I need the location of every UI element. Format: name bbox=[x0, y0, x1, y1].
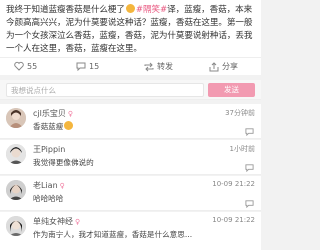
comment-icon bbox=[76, 62, 86, 71]
female-icon: ♀ bbox=[59, 181, 65, 190]
reply-icon bbox=[245, 128, 254, 137]
avatar[interactable] bbox=[6, 144, 26, 164]
repost-button[interactable]: 转发 bbox=[144, 61, 173, 72]
action-bar: 55 15 转发 分享 bbox=[0, 57, 261, 75]
comment-item: 单纯女神经 ♀ 作为南宁人，我才知道蓝瘦，香菇是什么意思... 10-09 21… bbox=[0, 212, 261, 250]
comment-time: 10-09 21:22 bbox=[212, 180, 255, 188]
commenter-name-text: 老Lian bbox=[33, 181, 58, 190]
like-button[interactable]: 55 bbox=[14, 61, 37, 71]
comment-input[interactable]: 我想说点什么 bbox=[6, 83, 204, 97]
commenter-name[interactable]: 单纯女神经 ♀ bbox=[33, 216, 80, 227]
reply-icon bbox=[245, 164, 254, 173]
post-hashtag[interactable]: #隔笑# bbox=[136, 5, 167, 15]
commenter-name[interactable]: cjl乐宝贝 ♀ bbox=[33, 108, 73, 119]
commenter-name-text: 单纯女神经 bbox=[33, 217, 73, 226]
female-icon: ♀ bbox=[75, 217, 81, 226]
comment-item: 老Lian ♀ 哈哈哈哈 10-09 21:22 bbox=[0, 176, 261, 211]
comment-time: 37分钟前 bbox=[225, 109, 255, 117]
comment-button[interactable]: 15 bbox=[76, 61, 99, 71]
like-count: 55 bbox=[27, 61, 38, 71]
female-icon: ♀ bbox=[67, 109, 73, 118]
avatar-image bbox=[6, 108, 26, 128]
share-icon bbox=[209, 61, 219, 71]
avatar-image bbox=[6, 180, 26, 200]
commenter-name-text: 王Pippin bbox=[33, 145, 66, 154]
reply-button[interactable] bbox=[245, 121, 254, 140]
comment-text: 哈哈哈哈 bbox=[33, 194, 64, 203]
repost-label: 转发 bbox=[157, 62, 173, 71]
comment-time: 1小时前 bbox=[229, 145, 255, 153]
comment-text: 作为南宁人，我才知道蓝瘦，香菇是什么意思... bbox=[33, 230, 193, 239]
commenter-name-text: cjl乐宝贝 bbox=[33, 109, 66, 118]
comment-input-bar: 我想说点什么 发送 bbox=[0, 80, 261, 100]
share-label: 分享 bbox=[222, 62, 238, 71]
comment-text: 香菇蓝瘦 bbox=[33, 121, 74, 132]
commenter-name[interactable]: 王Pippin bbox=[33, 144, 65, 155]
avatar-image bbox=[6, 144, 26, 164]
heart-icon bbox=[14, 61, 24, 71]
comment-item: cjl乐宝贝 ♀ 香菇蓝瘦 37分钟前 bbox=[0, 104, 261, 139]
reply-icon bbox=[245, 200, 254, 209]
comment-time: 10-09 21:22 bbox=[212, 216, 255, 224]
avatar-image bbox=[6, 216, 26, 236]
reply-button[interactable] bbox=[245, 157, 254, 176]
comment-text-content: 香菇蓝瘦 bbox=[33, 122, 64, 131]
laugh-emoji-icon bbox=[64, 121, 74, 130]
commenter-name[interactable]: 老Lian ♀ bbox=[33, 180, 65, 191]
avatar[interactable] bbox=[6, 216, 26, 236]
share-button[interactable]: 分享 bbox=[209, 61, 238, 72]
avatar[interactable] bbox=[6, 108, 26, 128]
post-text-start: 我终于知道蓝瘦香菇是什么梗了 bbox=[6, 5, 125, 15]
comment-item: 王Pippin 我觉得更像佛说的 1小时前 bbox=[0, 140, 261, 175]
reply-button[interactable] bbox=[245, 193, 254, 212]
comment-text: 我觉得更像佛说的 bbox=[33, 158, 94, 167]
send-button[interactable]: 发送 bbox=[208, 83, 255, 97]
avatar[interactable] bbox=[6, 180, 26, 200]
laugh-emoji-icon bbox=[125, 4, 135, 13]
post-content: 我终于知道蓝瘦香菇是什么梗了 #隔笑#译，蓝瘦，香菇，本来今颜高高兴兴，泥为什莫要… bbox=[0, 0, 261, 57]
repost-icon bbox=[144, 62, 154, 71]
comment-count: 15 bbox=[89, 61, 100, 71]
